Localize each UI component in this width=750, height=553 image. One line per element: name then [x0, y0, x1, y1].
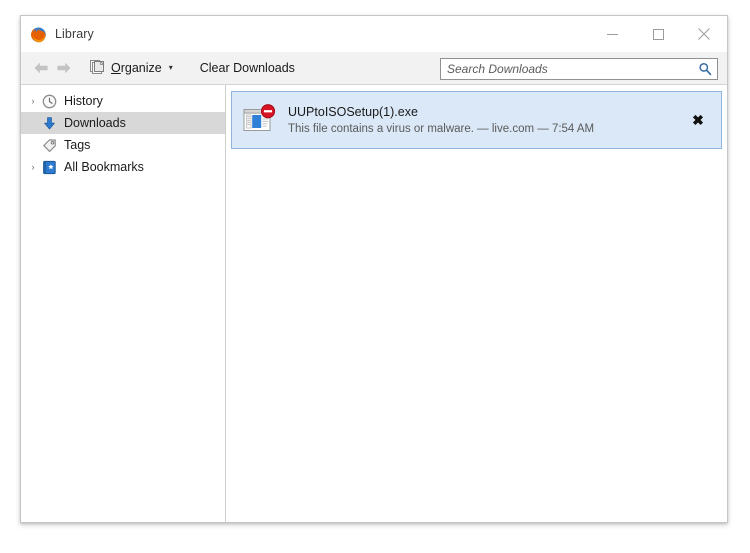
- download-arrow-icon: [40, 115, 58, 131]
- sidebar-item-tags[interactable]: › Tags: [21, 134, 225, 156]
- search-button[interactable]: [693, 59, 717, 79]
- close-icon: [698, 28, 710, 40]
- organize-button[interactable]: Organize ▾: [85, 56, 180, 81]
- close-button[interactable]: [681, 16, 727, 52]
- download-status: This file contains a virus or malware. —…: [288, 123, 595, 135]
- downloads-list: UUPtoISOSetup(1).exe This file contains …: [226, 85, 727, 522]
- back-button[interactable]: [32, 60, 49, 77]
- chevron-down-icon: ▾: [168, 63, 173, 72]
- clock-icon: [40, 93, 58, 109]
- download-item-text: UUPtoISOSetup(1).exe This file contains …: [288, 105, 685, 135]
- search-box[interactable]: [440, 58, 718, 80]
- maximize-button[interactable]: [635, 16, 681, 52]
- back-arrow-icon: [34, 62, 48, 74]
- organize-label: Organize: [111, 61, 162, 75]
- library-window: Library Organize ▾ Clear Downloads Searc…: [20, 15, 728, 523]
- search-icon: [699, 62, 712, 76]
- sidebar-item-downloads[interactable]: › Downloads: [21, 112, 225, 134]
- sidebar-item-label: History: [64, 94, 103, 108]
- sidebar-item-label: Downloads: [64, 116, 126, 130]
- minimize-icon: [606, 33, 618, 35]
- chevron-right-icon[interactable]: ›: [26, 162, 40, 172]
- title-bar: Library: [21, 16, 727, 52]
- tag-icon: [40, 137, 58, 153]
- minimize-button[interactable]: [589, 16, 635, 52]
- forward-arrow-icon: [56, 62, 70, 74]
- navigation-arrows: [32, 60, 72, 77]
- search-input[interactable]: [441, 59, 693, 79]
- window-controls: [589, 16, 727, 52]
- sidebar-item-history[interactable]: › History: [21, 90, 225, 112]
- sidebar-item-label: Tags: [64, 138, 91, 152]
- clear-downloads-button[interactable]: Clear Downloads: [193, 57, 302, 79]
- firefox-logo-icon: [30, 26, 47, 43]
- title-bar-left: Library: [21, 26, 94, 43]
- organize-stack-icon: [90, 59, 105, 77]
- download-filename: UUPtoISOSetup(1).exe: [288, 105, 418, 119]
- toolbar: Organize ▾ Clear Downloads: [21, 52, 727, 85]
- sidebar-item-label: All Bookmarks: [64, 160, 144, 174]
- sidebar-tree: › History › Downloads: [21, 85, 226, 522]
- organize-accesskey: O: [111, 61, 121, 75]
- remove-download-button[interactable]: ✖: [685, 107, 711, 133]
- bookmarks-book-icon: [40, 159, 58, 175]
- forward-button[interactable]: [55, 60, 72, 77]
- blocked-file-icon: [243, 103, 277, 137]
- sidebar-item-all-bookmarks[interactable]: › All Bookmarks: [21, 156, 225, 178]
- maximize-icon: [652, 28, 664, 40]
- download-list-item[interactable]: UUPtoISOSetup(1).exe This file contains …: [231, 91, 722, 149]
- main-area: › History › Downloads: [21, 85, 727, 522]
- window-title: Library: [55, 27, 94, 41]
- chevron-right-icon[interactable]: ›: [26, 96, 40, 106]
- organize-label-rest: rganize: [120, 61, 162, 75]
